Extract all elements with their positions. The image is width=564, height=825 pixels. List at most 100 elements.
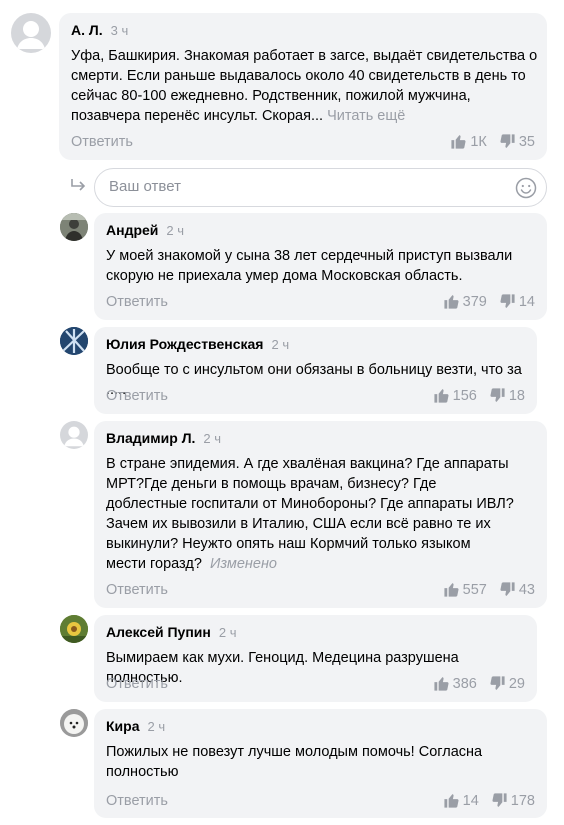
comment-author[interactable]: Кира [106, 718, 140, 734]
comment-author[interactable]: Алексей Пупин [106, 624, 211, 640]
avatar-image [60, 709, 88, 737]
like-button[interactable]: 14 [443, 792, 479, 809]
reply-button[interactable]: Ответить [106, 793, 168, 809]
reply-field[interactable] [94, 168, 547, 207]
thumb-up-icon [443, 293, 460, 310]
thumb-down-icon [489, 387, 506, 404]
dislike-button[interactable]: 29 [489, 675, 525, 692]
comment-header: Алексей Пупин 2 ч [106, 624, 237, 640]
comment-time[interactable]: 2 ч [219, 625, 237, 640]
comment-time[interactable]: 2 ч [166, 223, 184, 238]
reply-button[interactable]: Ответить [106, 388, 168, 404]
avatar[interactable] [11, 13, 51, 53]
dislike-button[interactable]: 35 [499, 133, 535, 150]
reply-button[interactable]: Ответить [71, 134, 133, 150]
comment-author[interactable]: Владимир Л. [106, 430, 195, 446]
read-more-link[interactable]: Читать ещё [327, 108, 405, 124]
vote-bar: 14 178 [443, 792, 535, 809]
thumb-up-icon [450, 133, 467, 150]
comment-text: В стране эпидемия. А где хвалёная вакцин… [106, 454, 514, 574]
comment-header: Владимир Л. 2 ч [106, 430, 221, 446]
thumb-down-icon [499, 581, 516, 598]
dislike-count: 35 [518, 133, 535, 150]
comment-text: Уфа, Башкирия. Знакомая работает в загсе… [71, 46, 539, 126]
comment-time[interactable]: 2 ч [271, 337, 289, 352]
vote-bar: 156 18 [433, 387, 525, 404]
like-button[interactable]: 379 [443, 293, 487, 310]
reply-arrow-icon [71, 179, 86, 191]
dislike-count: 178 [510, 792, 535, 809]
thumb-up-icon [443, 792, 460, 809]
like-count: 379 [462, 293, 487, 310]
comment-text-body: Уфа, Башкирия. Знакомая работает в загсе… [71, 48, 538, 124]
avatar-image [60, 327, 88, 355]
thumb-down-icon [491, 792, 508, 809]
comment-bubble: Юлия Рождественская 2 ч Вообще то с инсул… [94, 327, 537, 414]
like-count: 156 [452, 387, 477, 404]
comment-header: А. Л. 3 ч [71, 22, 128, 38]
like-button[interactable]: 386 [433, 675, 477, 692]
comment-4: Владимир Л. 2 ч В стране эпидемия. А где … [0, 418, 564, 610]
like-count: 557 [462, 581, 487, 598]
avatar[interactable] [60, 421, 88, 449]
dislike-count: 43 [518, 581, 535, 598]
thumb-down-icon [499, 133, 516, 150]
like-count: 386 [452, 675, 477, 692]
like-button[interactable]: 156 [433, 387, 477, 404]
avatar[interactable] [60, 709, 88, 737]
dislike-count: 14 [518, 293, 535, 310]
smiley-icon[interactable] [515, 177, 537, 199]
dislike-button[interactable]: 14 [499, 293, 535, 310]
dislike-count: 29 [508, 675, 525, 692]
thumb-up-icon [433, 387, 450, 404]
edited-label: Изменено [209, 556, 277, 572]
comment-bubble: А. Л. 3 ч Уфа, Башкирия. Знакомая работае… [59, 13, 547, 160]
comment-bubble: Кира 2 ч Пожилых не повезут лучше молодым… [94, 709, 547, 818]
comment-text: У моей знакомой у сына 38 лет сердечный … [106, 248, 513, 284]
default-user-icon [64, 426, 84, 447]
dislike-button[interactable]: 178 [491, 792, 535, 809]
avatar-image [60, 615, 88, 643]
reply-input[interactable] [109, 178, 509, 195]
like-button[interactable]: 1К [450, 133, 487, 150]
comment-time[interactable]: 2 ч [203, 431, 221, 446]
thumb-down-icon [489, 675, 506, 692]
dislike-count: 18 [508, 387, 525, 404]
comment-5: Алексей Пупин 2 ч Вымираем как мухи. Гено… [0, 612, 564, 704]
vote-bar: 1К 35 [450, 133, 535, 150]
comment-6: Кира 2 ч Пожилых не повезут лучше молодым… [0, 706, 564, 820]
comment-time[interactable]: 2 ч [148, 719, 166, 734]
avatar[interactable] [60, 615, 88, 643]
reply-button[interactable]: Ответить [106, 676, 168, 692]
default-user-icon [17, 21, 45, 49]
comment-3: Юлия Рождественская 2 ч Вообще то с инсул… [0, 324, 564, 416]
dislike-button[interactable]: 43 [499, 581, 535, 598]
comment-text-body: В стране эпидемия. А где хвалёная вакцин… [106, 456, 514, 572]
comment-text: Пожилых не повезут лучше молодым помочь!… [106, 744, 483, 780]
vote-bar: 379 14 [443, 293, 535, 310]
comment-time[interactable]: 3 ч [111, 23, 129, 38]
thumb-down-icon [499, 293, 516, 310]
thumb-up-icon [443, 581, 460, 598]
reply-button[interactable]: Ответить [106, 294, 168, 310]
comment-bubble: Алексей Пупин 2 ч Вымираем как мухи. Гено… [94, 615, 537, 702]
comment-1: А. Л. 3 ч Уфа, Башкирия. Знакомая работае… [0, 0, 564, 162]
comment-header: Андрей 2 ч [106, 222, 184, 238]
thumb-up-icon [433, 675, 450, 692]
like-count: 1К [470, 133, 487, 150]
comment-author[interactable]: Андрей [106, 222, 158, 238]
comment-bubble: Владимир Л. 2 ч В стране эпидемия. А где … [94, 421, 547, 608]
reply-button[interactable]: Ответить [106, 582, 168, 598]
like-button[interactable]: 557 [443, 581, 487, 598]
like-count: 14 [462, 792, 479, 809]
comment-author[interactable]: Юлия Рождественская [106, 336, 263, 352]
avatar[interactable] [60, 213, 88, 241]
avatar[interactable] [60, 327, 88, 355]
comment-bubble: Андрей 2 ч У моей знакомой у сына 38 лет … [94, 213, 547, 320]
avatar-image [60, 213, 88, 241]
comment-author[interactable]: А. Л. [71, 22, 103, 38]
comment-header: Юлия Рождественская 2 ч [106, 336, 289, 352]
dislike-button[interactable]: 18 [489, 387, 525, 404]
comment-header: Кира 2 ч [106, 718, 165, 734]
vote-bar: 557 43 [443, 581, 535, 598]
